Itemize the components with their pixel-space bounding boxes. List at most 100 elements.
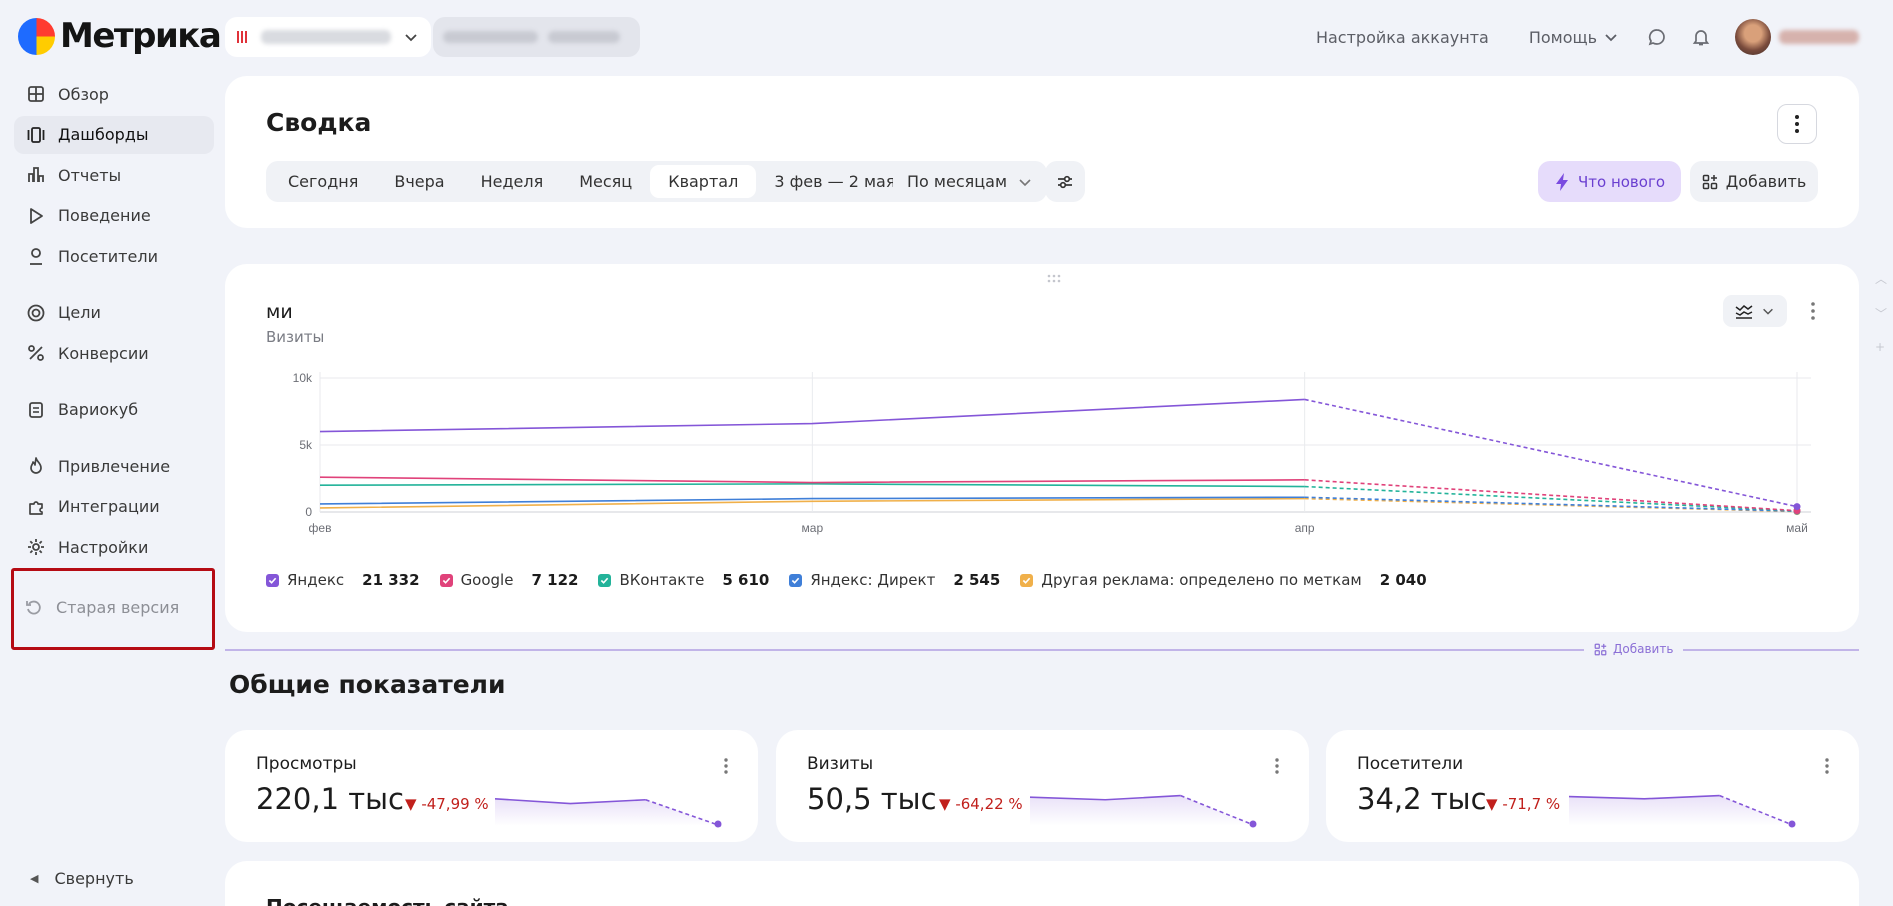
checkbox-checked-icon[interactable] [789, 573, 803, 587]
sidebar-nav: Обзор Дашборды Отчеты Поведение Посетите… [14, 75, 214, 569]
old-version-link[interactable]: Старая версия [24, 597, 179, 617]
legend-series-total: 2 545 [953, 571, 1001, 589]
app-logo[interactable]: Метрика [18, 16, 222, 56]
widget-side-controls[interactable]: ︿ ﹀ + [1875, 270, 1887, 354]
y-tick-label: 0 [305, 505, 312, 519]
chart-legend: Яндекс 21 332 Google 7 122 ВКонтакте 5 610 Янд… [266, 571, 1447, 589]
period-yesterday[interactable]: Вчера [376, 165, 462, 198]
grouping-label: По месяцам [907, 172, 1008, 191]
checkbox-checked-icon[interactable] [598, 573, 612, 587]
undo-icon [26, 600, 41, 615]
metric-value: 50,5 тыс [807, 782, 937, 816]
collapse-label: Свернуть [54, 869, 134, 888]
x-tick-label: мар [802, 521, 824, 535]
checkbox-checked-icon[interactable] [1020, 573, 1034, 587]
old-version-label: Старая версия [56, 597, 180, 617]
sidebar-item-dashboards[interactable]: Дашборды [14, 115, 214, 154]
counter-selector[interactable] [225, 17, 431, 57]
chevron-up-icon[interactable]: ︿ [1875, 270, 1887, 287]
period-quarter[interactable]: Квартал [650, 165, 757, 198]
collapse-sidebar-button[interactable]: ◀ Свернуть [30, 869, 134, 888]
period-selector: Сегодня Вчера Неделя Месяц Квартал 3 фев… [266, 161, 947, 202]
percent-icon [28, 345, 44, 361]
legend-item[interactable]: Google 7 122 [439, 571, 578, 589]
sidebar-item-overview[interactable]: Обзор [14, 75, 214, 113]
legend-item[interactable]: ВКонтакте 5 610 [598, 571, 769, 589]
section-title: Общие показатели [229, 670, 506, 699]
x-tick-label: апр [1295, 521, 1315, 535]
visits-line-chart: 0 5k 10k фев мар апр май [293, 371, 1811, 535]
lightning-icon [1555, 172, 1568, 191]
legend-item[interactable]: Яндекс: Директ 2 545 [789, 571, 1000, 589]
counter-name-redacted [261, 30, 391, 44]
bell-icon[interactable] [1691, 27, 1711, 47]
whats-new-button[interactable]: Что нового [1538, 161, 1681, 202]
metric-menu-icon[interactable] [1825, 758, 1829, 774]
add-widget-icon [1702, 174, 1717, 189]
sidebar-item-label: Интеграции [58, 497, 160, 516]
bar-chart-icon [28, 167, 44, 182]
series-end-point [1793, 503, 1801, 511]
sidebar-item-visitors[interactable]: Посетители [14, 237, 214, 275]
filters-button[interactable] [1045, 161, 1085, 202]
sparkline-end-point [1249, 820, 1257, 828]
legend-series-name: Google [460, 571, 514, 589]
target-icon [27, 304, 45, 321]
plus-icon[interactable]: + [1875, 340, 1887, 354]
period-week[interactable]: Неделя [463, 165, 562, 198]
help-label: Помощь [1528, 27, 1597, 47]
fire-icon [30, 457, 42, 474]
sidebar-item-reports[interactable]: Отчеты [14, 156, 214, 194]
top-navigation: Настройка аккаунта Помощь [1316, 17, 1893, 57]
metric-card-visitors[interactable]: Посетители 34,2 тыс ▼ -71,7 % [1326, 730, 1859, 842]
add-widget-button[interactable]: Добавить [1690, 161, 1818, 202]
legend-series-total: 5 610 [722, 571, 770, 589]
metric-menu-icon[interactable] [724, 758, 728, 774]
sidebar-item-variocube[interactable]: Вариокуб [14, 391, 214, 429]
sparkline-end-point [1788, 820, 1796, 828]
username-redacted[interactable] [1779, 30, 1859, 44]
x-tick-label: май [1786, 521, 1808, 535]
y-tick-label: 5k [299, 438, 313, 452]
sidebar-item-conversions[interactable]: Конверсии [14, 334, 214, 372]
period-month[interactable]: Месяц [561, 165, 650, 198]
metric-card-pageviews[interactable]: Просмотры 220,1 тыс ▼ -47,99 % [225, 730, 758, 842]
sidebar-item-acquisition[interactable]: Привлечение [14, 447, 214, 485]
metric-delta: ▼ -64,22 % [939, 795, 1023, 813]
checkbox-checked-icon[interactable] [439, 573, 453, 587]
sidebar-item-integrations[interactable]: Интеграции [14, 488, 214, 526]
sidebar-item-label: Настройки [58, 537, 149, 557]
more-vertical-icon [1795, 115, 1799, 133]
period-today[interactable]: Сегодня [270, 165, 376, 198]
legend-series-name: Яндекс: Директ [810, 571, 936, 589]
sidebar-item-settings[interactable]: Настройки [14, 528, 214, 566]
user-icon [30, 248, 42, 265]
divider-add-button[interactable]: Добавить [1584, 639, 1684, 659]
chevron-down-icon[interactable]: ﹀ [1875, 305, 1887, 322]
legend-item[interactable]: Другая реклама: определено по меткам 2 04… [1020, 571, 1427, 589]
divider-add-label: Добавить [1613, 642, 1674, 656]
sidebar-item-label: Посетители [58, 246, 158, 266]
metric-card-visits[interactable]: Визиты 50,5 тыс ▼ -64,22 % [776, 730, 1309, 842]
avatar[interactable] [1735, 19, 1771, 55]
checkbox-checked-icon[interactable] [266, 573, 279, 587]
metric-menu-icon[interactable] [1275, 758, 1279, 774]
grouping-select[interactable]: По месяцам [893, 161, 1048, 202]
cube-icon [29, 401, 43, 418]
legend-series-name: ВКонтакте [619, 571, 705, 589]
legend-series-total: 21 332 [362, 571, 420, 589]
sidebar-item-goals[interactable]: Цели [14, 294, 214, 332]
account-settings-link[interactable]: Настройка аккаунта [1316, 28, 1489, 47]
sidebar-item-behavior[interactable]: Поведение [14, 197, 214, 235]
add-label: Добавить [1725, 172, 1807, 191]
metric-label: Визиты [807, 754, 874, 774]
more-options-button[interactable] [1777, 104, 1817, 144]
help-menu[interactable]: Помощь [1529, 28, 1619, 47]
counter-id-redacted[interactable] [433, 17, 640, 57]
add-widget-icon [1594, 643, 1607, 655]
legend-item[interactable]: Яндекс 21 332 [266, 571, 420, 589]
metric-value: 220,1 тыс [256, 782, 404, 816]
sparkline-area [1030, 795, 1256, 826]
chat-icon[interactable] [1647, 27, 1667, 47]
visits-chart-widget: ми Визиты 0 5k 10k фев мар апр май Яндекс 21 33… [225, 264, 1859, 632]
